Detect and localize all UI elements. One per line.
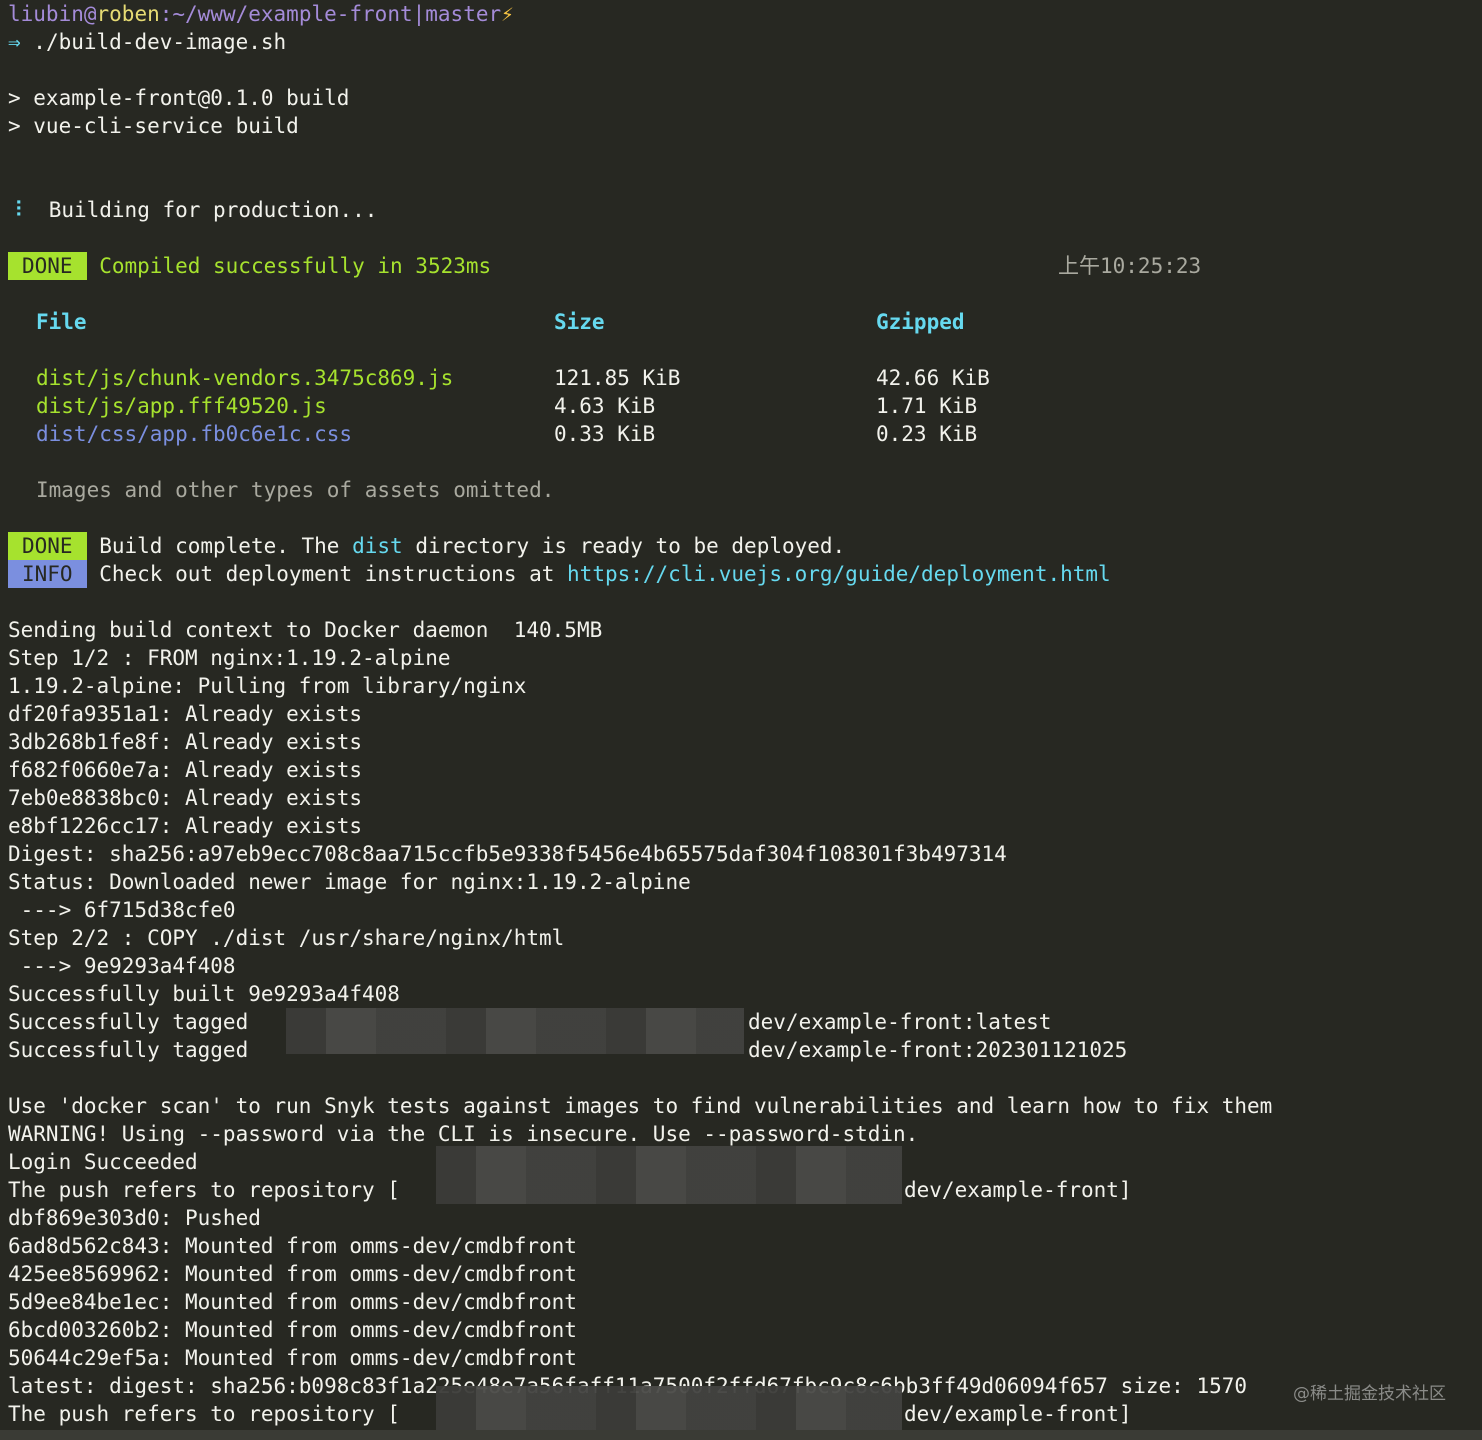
asset-file: dist/js/app.fff49520.js [36, 394, 327, 418]
asset-gzipped: 1.71 KiB [876, 394, 978, 418]
tagged-line: Successfully tagged dev/example-front:la… [0, 1008, 1482, 1054]
layer-line: 425ee8569962: Mounted from omms-dev/cmdb… [8, 1262, 577, 1286]
prompt-line: liubin@roben:~/www/example-front|master⚡ [0, 0, 1482, 28]
layer-line: 50644c29ef5a: Mounted from omms-dev/cmdb… [8, 1346, 577, 1370]
docker-line: e8bf1226cc17: Already exists [8, 814, 363, 838]
layer-line: dbf869e303d0: Pushed [8, 1206, 261, 1230]
docker-line: Step 1/2 : FROM nginx:1.19.2-alpine [8, 646, 451, 670]
info-badge: INFO [8, 560, 87, 588]
asset-file: dist/js/chunk-vendors.3475c869.js [36, 366, 454, 390]
docker-line: ---> 9e9293a4f408 [8, 954, 236, 978]
building-line: ⠸ Building for production... [0, 196, 1482, 224]
docker-line: 1.19.2-alpine: Pulling from library/ngin… [8, 674, 527, 698]
login-line: Login Succeeded [0, 1146, 1482, 1204]
docker-line: f682f0660e7a: Already exists [8, 758, 363, 782]
omitted-note: Images and other types of assets omitted… [36, 478, 555, 502]
spinner-icon: ⠸ [8, 198, 24, 222]
prompt-host: roben [96, 2, 160, 26]
terminal-bottom-bar [0, 1430, 1482, 1440]
terminal-window[interactable]: liubin@roben:~/www/example-front|master⚡… [0, 0, 1482, 1440]
done-badge: DONE [8, 252, 87, 280]
scan-line: Use 'docker scan' to run Snyk tests agai… [8, 1094, 1273, 1118]
docker-line: 3db268b1fe8f: Already exists [8, 730, 363, 754]
deployment-link[interactable]: https://cli.vuejs.org/guide/deployment.h… [567, 562, 1111, 586]
asset-gzipped: 0.23 KiB [876, 422, 978, 446]
command-line: ⇒ ./build-dev-image.sh [0, 28, 1482, 56]
asset-file: dist/css/app.fb0c6e1c.css [36, 422, 353, 446]
prompt-at: @ [83, 2, 97, 26]
docker-line: Step 2/2 : COPY ./dist /usr/share/nginx/… [8, 926, 565, 950]
compiled-text: Compiled successfully in 3523ms [99, 254, 492, 278]
push-line: The push refers to repository [dev/examp… [8, 1402, 1132, 1426]
tag-value: dev/example-front:202301121025 [748, 1038, 1128, 1062]
command-text: ./build-dev-image.sh [20, 30, 287, 54]
prompt-branch: master [425, 2, 502, 26]
dist-highlight: dist [352, 534, 403, 558]
header-size: Size [554, 310, 605, 334]
asset-gzipped: 42.66 KiB [876, 366, 990, 390]
prompt-colon: : [159, 2, 173, 26]
npm-line: > example-front@0.1.0 build [8, 86, 350, 110]
asset-size: 121.85 KiB [554, 366, 681, 390]
header-gzipped: Gzipped [876, 310, 965, 334]
table-row: dist/js/chunk-vendors.3475c869.js 121.85 … [0, 364, 1482, 392]
prompt-user: liubin [8, 2, 84, 26]
compiled-timestamp: 上午10:25:23 [1058, 254, 1202, 278]
docker-line: Successfully built 9e9293a4f408 [8, 982, 400, 1006]
prompt-path: ~/www/example-front [172, 2, 413, 26]
docker-line: Status: Downloaded newer image for nginx… [8, 870, 691, 894]
asset-size: 0.33 KiB [554, 422, 656, 446]
build-info-line: INFO Check out deployment instructions a… [0, 560, 1482, 588]
layer-line: 5d9ee84be1ec: Mounted from omms-dev/cmdb… [8, 1290, 577, 1314]
warning-line: WARNING! Using --password via the CLI is… [8, 1122, 919, 1146]
build-done-line: DONE Build complete. The dist directory … [0, 532, 1482, 560]
asset-table-header: File Size Gzipped [0, 308, 1482, 336]
arrow-icon: ⇒ [8, 30, 21, 54]
table-row: dist/js/app.fff49520.js 4.63 KiB 1.71 KiB [0, 392, 1482, 420]
bolt-icon: ⚡ [501, 2, 514, 26]
asset-size: 4.63 KiB [554, 394, 656, 418]
push-line: The push refers to repository [dev/examp… [8, 1178, 1132, 1202]
layer-line: 6bcd003260b2: Mounted from omms-dev/cmdb… [8, 1318, 577, 1342]
docker-line: 7eb0e8838bc0: Already exists [8, 786, 363, 810]
digest-line: latest: digest: sha256:b098c83f1a225e48e… [0, 1372, 1482, 1430]
npm-line: > vue-cli-service build [8, 114, 299, 138]
done-badge: DONE [8, 532, 87, 560]
docker-line: Digest: sha256:a97eb9ecc708c8aa715ccfb5e… [8, 842, 1007, 866]
header-file: File [36, 310, 87, 334]
docker-line: Sending build context to Docker daemon 1… [8, 618, 603, 642]
compiled-line: DONE Compiled successfully in 3523ms 上午10… [0, 252, 1482, 280]
tag-value: dev/example-front:latest [748, 1010, 1052, 1034]
table-row: dist/css/app.fb0c6e1c.css 0.33 KiB 0.23 Ki… [0, 420, 1482, 448]
building-text: Building for production... [48, 198, 378, 222]
layer-line: 6ad8d562c843: Mounted from omms-dev/cmdb… [8, 1234, 577, 1258]
tagged-line: Successfully tagged dev/example-front:20… [8, 1038, 1128, 1062]
prompt-pipe: | [412, 2, 426, 26]
docker-line: df20fa9351a1: Already exists [8, 702, 363, 726]
watermark: @稀土掘金技术社区 [1293, 1384, 1446, 1404]
docker-line: ---> 6f715d38cfe0 [8, 898, 236, 922]
